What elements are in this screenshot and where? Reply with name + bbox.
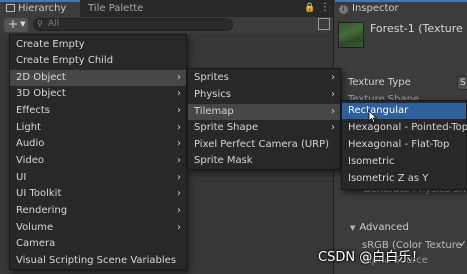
menu-item-isometric-z-as-y[interactable]: Isometric Z as Y bbox=[342, 171, 466, 187]
plus-icon: + bbox=[8, 17, 19, 31]
menu-item-label: Sprite Mask bbox=[194, 155, 253, 166]
check-icon[interactable]: ✓ bbox=[459, 240, 467, 250]
texture-type-dropdown[interactable]: S bbox=[457, 76, 467, 90]
chevron-right-icon: › bbox=[177, 172, 181, 183]
menu-item-label: Isometric Z as Y bbox=[348, 173, 429, 184]
menu-item-label: Hexagonal - Flat-Top bbox=[348, 139, 450, 150]
menu-item-label: Hexagonal - Pointed-Top bbox=[348, 122, 467, 133]
menu-item-rendering[interactable]: Rendering › bbox=[10, 203, 186, 219]
chevron-right-icon: › bbox=[331, 89, 335, 100]
tab-hierarchy-label: Hierarchy bbox=[18, 3, 67, 14]
info-icon: i bbox=[339, 5, 348, 14]
menu-item-label: 3D Object bbox=[16, 88, 66, 99]
tab-bar: Hierarchy Tile Palette bbox=[0, 0, 333, 18]
menu-item-camera[interactable]: Camera bbox=[10, 236, 186, 252]
menu-item-rectangular[interactable]: Rectangular bbox=[342, 103, 466, 119]
texture-type-label: Texture Type bbox=[348, 77, 411, 88]
menu-item-volume[interactable]: Volume › bbox=[10, 220, 186, 236]
menu-item-label: Rectangular bbox=[348, 105, 409, 116]
advanced-foldout[interactable]: ▼ Advanced bbox=[350, 222, 409, 233]
menu-item-isometric[interactable]: Isometric bbox=[342, 154, 466, 170]
mouse-pointer-icon bbox=[368, 110, 378, 124]
menu-item-label: Physics bbox=[194, 89, 231, 100]
tab-inspector-label: Inspector bbox=[352, 3, 399, 14]
menu-item-sprite-mask[interactable]: Sprite Mask bbox=[188, 153, 340, 169]
menu-item-create-empty[interactable]: Create Empty bbox=[10, 37, 186, 53]
chevron-down-icon: ▼ bbox=[20, 20, 26, 28]
menu-item-effects[interactable]: Effects › bbox=[10, 103, 186, 119]
search-placeholder: All bbox=[48, 19, 60, 29]
tilemap-submenu: Rectangular Hexagonal - Pointed-Top Hexa… bbox=[341, 100, 467, 190]
gameobject-create-menu: Create Empty Create Empty Child 2D Objec… bbox=[9, 34, 187, 270]
search-input[interactable] bbox=[33, 18, 233, 31]
search-icon: ⚲ bbox=[37, 19, 43, 28]
chevron-right-icon: › bbox=[331, 122, 335, 133]
menu-item-create-empty-child[interactable]: Create Empty Child bbox=[10, 53, 186, 69]
lock-icon[interactable]: 🔒 bbox=[304, 2, 316, 14]
menu-item-video[interactable]: Video › bbox=[10, 153, 186, 169]
add-button[interactable]: + ▼ bbox=[4, 18, 28, 32]
watermark: CSDN @白白乐！ bbox=[318, 250, 425, 265]
advanced-label: Advanced bbox=[359, 222, 409, 233]
2d-object-submenu: Sprites › Physics › Tilemap › Sprite Shape ›… bbox=[187, 68, 341, 170]
menu-item-label: Create Empty Child bbox=[16, 55, 114, 66]
menu-item-audio[interactable]: Audio › bbox=[10, 136, 186, 152]
menu-item-label: Sprite Shape bbox=[194, 122, 259, 133]
menu-item-label: Isometric bbox=[348, 156, 395, 167]
menu-item-label: Video bbox=[16, 155, 45, 166]
menu-item-sprites[interactable]: Sprites › bbox=[188, 70, 340, 86]
tab-inspector[interactable]: i Inspector bbox=[335, 0, 467, 17]
menu-item-hexagonal-flat-top[interactable]: Hexagonal - Flat-Top bbox=[342, 137, 466, 153]
menu-item-label: UI Toolkit bbox=[16, 188, 62, 199]
menu-item-label: Audio bbox=[16, 138, 45, 149]
menu-item-label: Pixel Perfect Camera (URP) bbox=[194, 139, 330, 150]
asset-title: Forest-1 (Texture bbox=[370, 22, 463, 35]
asset-thumbnail bbox=[338, 22, 364, 48]
menu-item-label: 2D Object bbox=[16, 72, 66, 83]
menu-item-hexagonal-pointed-top[interactable]: Hexagonal - Pointed-Top bbox=[342, 120, 467, 136]
menu-item-label: Tilemap bbox=[194, 106, 234, 117]
chevron-right-icon: › bbox=[177, 188, 181, 199]
menu-item-label: Visual Scripting Scene Variables bbox=[16, 255, 177, 266]
menu-item-label: Sprites bbox=[194, 72, 229, 83]
menu-item-label: Effects bbox=[16, 105, 50, 116]
tab-tile-palette[interactable]: Tile Palette bbox=[82, 0, 162, 17]
more-options-icon[interactable]: ⋮ bbox=[320, 2, 332, 14]
menu-item-ui[interactable]: UI › bbox=[10, 170, 186, 186]
menu-item-visual-scripting-scene-variables[interactable]: Visual Scripting Scene Variables bbox=[10, 253, 186, 269]
menu-item-label: Rendering bbox=[16, 205, 68, 216]
chevron-right-icon: › bbox=[177, 72, 181, 83]
menu-item-3d-object[interactable]: 3D Object › bbox=[10, 86, 186, 102]
menu-item-tilemap[interactable]: Tilemap › bbox=[188, 104, 340, 120]
menu-item-physics[interactable]: Physics › bbox=[188, 87, 340, 103]
chevron-right-icon: › bbox=[177, 155, 181, 166]
menu-item-2d-object[interactable]: 2D Object › bbox=[10, 70, 186, 86]
menu-item-pixel-perfect-camera[interactable]: Pixel Perfect Camera (URP) bbox=[188, 137, 340, 153]
menu-item-light[interactable]: Light › bbox=[10, 120, 186, 136]
menu-item-label: Camera bbox=[16, 238, 56, 249]
chevron-right-icon: › bbox=[177, 138, 181, 149]
scene-icon[interactable] bbox=[318, 18, 330, 30]
chevron-right-icon: › bbox=[177, 105, 181, 116]
chevron-right-icon: › bbox=[331, 72, 335, 83]
menu-item-label: UI bbox=[16, 172, 27, 183]
tab-hierarchy[interactable]: Hierarchy bbox=[0, 0, 80, 17]
chevron-right-icon: › bbox=[177, 88, 181, 99]
chevron-right-icon: › bbox=[331, 106, 335, 117]
chevron-right-icon: › bbox=[177, 222, 181, 233]
menu-item-ui-toolkit[interactable]: UI Toolkit › bbox=[10, 186, 186, 202]
tab-tile-palette-label: Tile Palette bbox=[88, 3, 144, 14]
menu-item-sprite-shape[interactable]: Sprite Shape › bbox=[188, 120, 340, 136]
chevron-right-icon: › bbox=[177, 205, 181, 216]
hierarchy-icon bbox=[6, 4, 15, 12]
menu-item-label: Volume bbox=[16, 222, 54, 233]
chevron-right-icon: › bbox=[177, 122, 181, 133]
menu-item-label: Create Empty bbox=[16, 39, 85, 50]
triangle-down-icon: ▼ bbox=[350, 224, 356, 232]
menu-item-label: Light bbox=[16, 122, 41, 133]
